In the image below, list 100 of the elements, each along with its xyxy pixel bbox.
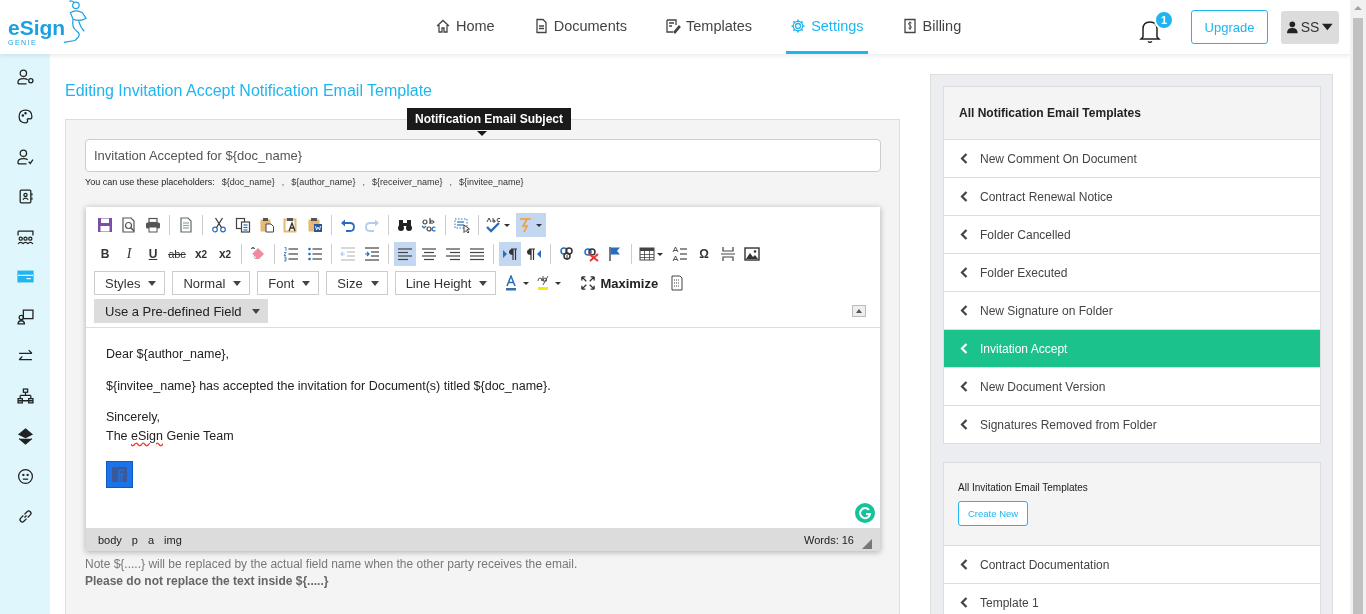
pen-document-icon — [665, 17, 682, 34]
template-name: Signatures Removed from Folder — [980, 417, 1157, 432]
format-button[interactable]: I — [118, 242, 140, 266]
scrollbar-thumb[interactable] — [1353, 18, 1363, 614]
spellcheck-icon — [486, 217, 512, 233]
chevron-left-icon — [960, 191, 968, 202]
template-item[interactable]: Template 1 — [944, 583, 1320, 614]
eraser-icon — [250, 246, 266, 262]
format-dropdown[interactable]: Normal — [172, 271, 251, 295]
chevron-left-icon — [960, 559, 968, 570]
indent-icon — [364, 246, 380, 262]
outdent-icon — [340, 246, 356, 262]
body-text: ${invitee_name} has accepted the invitation for Document(s) titled ${doc_name}. — [106, 379, 552, 392]
sidebar-item[interactable] — [15, 306, 35, 326]
table-icon — [639, 246, 665, 262]
line-height-icon — [672, 246, 688, 262]
home-icon — [435, 17, 451, 34]
chevron-left-icon — [960, 419, 968, 430]
replace-icon — [421, 217, 437, 233]
template-item[interactable]: New Comment On Document — [944, 139, 1320, 177]
editor-content[interactable]: Dear ${author_name}, ${invitee_name} has accepted the invitation for Document(s) titled ${doc_name}. Sincerely, The eSign Genie Team — [86, 328, 880, 528]
format-button[interactable]: U — [142, 242, 164, 266]
show-blocks-icon — [669, 275, 686, 291]
format-button[interactable]: Ω — [693, 242, 715, 266]
body-text: Sincerely, — [106, 411, 161, 424]
template-name: Folder Executed — [980, 265, 1068, 280]
element-path-link[interactable]: p — [131, 533, 138, 546]
nav-tab[interactable]: Templates — [661, 0, 757, 54]
dollar-document-icon — [901, 17, 918, 34]
format-dropdown[interactable]: Font — [257, 271, 320, 295]
subject-field[interactable]: Invitation Accepted for ${doc_name} — [85, 139, 881, 172]
template-item[interactable]: Contract Documentation — [944, 545, 1320, 583]
sidebar-item[interactable] — [15, 106, 35, 126]
sidebar-item[interactable] — [15, 466, 35, 486]
bulleted-list-icon — [307, 246, 323, 262]
lightning-icon — [518, 217, 544, 233]
sidebar-item[interactable] — [15, 66, 35, 86]
link-icon — [559, 246, 575, 262]
highlight-color-icon — [537, 275, 564, 291]
undo-icon — [340, 217, 356, 233]
chevron-left-icon — [960, 153, 968, 164]
collapse-toolbar-icon — [852, 305, 866, 317]
align-center-icon — [421, 246, 437, 262]
format-dropdown[interactable]: Size — [326, 271, 388, 295]
maximize-button[interactable]: Maximize — [575, 274, 665, 292]
chevron-left-icon — [960, 229, 968, 240]
align-right-icon — [445, 246, 461, 262]
grammar-assistant-icon — [855, 503, 875, 523]
separator-comma: , — [362, 177, 365, 187]
template-item[interactable]: Signatures Removed from Folder — [944, 405, 1320, 443]
predefined-field-dropdown[interactable]: Use a Pre-defined Field — [94, 299, 268, 323]
toolbar-button[interactable] — [394, 242, 416, 266]
facebook-logo-icon — [106, 461, 133, 488]
image-icon — [744, 246, 760, 262]
element-path-link[interactable]: img — [164, 533, 182, 546]
template-name: Contract Documentation — [980, 557, 1110, 572]
nav-tab[interactable]: Documents — [528, 0, 632, 54]
caret-icon — [233, 280, 242, 286]
format-button[interactable]: abc — [166, 242, 188, 266]
sidebar-item[interactable] — [15, 386, 35, 406]
format-dropdown[interactable]: Styles — [94, 271, 166, 295]
user-menu-button[interactable]: SS — [1281, 10, 1339, 44]
note-text: Note ${.....} will be replaced by the actual field name when the other party receives the email. — [85, 556, 579, 573]
element-path-link[interactable]: a — [148, 533, 155, 546]
sidebar-item[interactable] — [15, 146, 35, 166]
template-item[interactable]: Folder Executed — [944, 253, 1320, 291]
element-path-link[interactable]: body — [98, 533, 122, 546]
copy-icon — [235, 217, 251, 233]
template-name: New Comment On Document — [980, 151, 1137, 166]
template-name: Template 1 — [980, 595, 1039, 610]
right-to-left-icon — [526, 246, 542, 262]
unlink-icon — [583, 246, 599, 262]
format-dropdown[interactable]: Line Height — [394, 271, 497, 295]
paste-text-icon — [283, 217, 299, 233]
user-icon — [1287, 20, 1298, 34]
user-screen-icon — [16, 307, 34, 325]
format-button[interactable]: B — [94, 242, 116, 266]
hierarchy-icon — [16, 387, 34, 405]
document-icon — [178, 217, 194, 233]
placeholder-token: ${invitee_name} — [458, 177, 524, 187]
tooltip: Notification Email Subject — [407, 108, 572, 130]
placeholder-token: ${author_name} — [291, 177, 356, 187]
toolbar-button[interactable] — [499, 242, 521, 266]
body-text: Dear ${author_name}, — [106, 348, 230, 361]
logo-text: eSign — [8, 17, 66, 38]
sidebar-item[interactable] — [15, 426, 35, 446]
template-item[interactable]: New Document Version — [944, 367, 1320, 405]
nav-tab[interactable]: Home — [431, 0, 499, 54]
caret-icon — [479, 280, 488, 286]
notification-badge: 1 — [1154, 10, 1174, 30]
nav-tab[interactable]: Billing — [897, 0, 966, 54]
chevron-left-icon — [960, 381, 968, 392]
caret-icon — [251, 308, 260, 314]
user-gear-icon — [16, 67, 34, 85]
preview-icon — [121, 217, 137, 233]
settings-icon — [790, 17, 807, 34]
placeholder-token: ${receiver_name} — [371, 177, 443, 187]
body-text: The eSign Genie Team — [106, 429, 235, 442]
template-item[interactable]: Contract Renewal Notice — [944, 177, 1320, 215]
template-item[interactable]: Folder Cancelled — [944, 215, 1320, 253]
